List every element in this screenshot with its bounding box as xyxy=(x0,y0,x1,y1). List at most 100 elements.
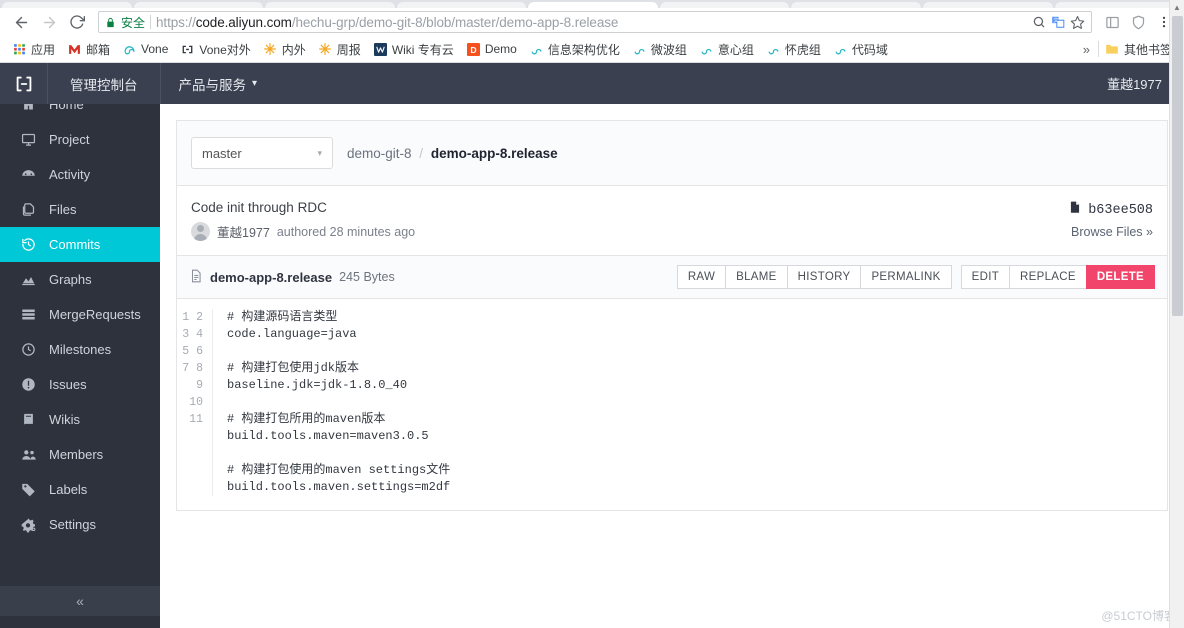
sidebar-item-commits[interactable]: Commits xyxy=(0,227,160,262)
delete-button[interactable]: DELETE xyxy=(1085,265,1155,289)
app-top-navbar: 管理控制台 产品与服务 ▾ 董越1977 xyxy=(0,63,1184,104)
history-clock-icon xyxy=(20,237,37,252)
gear-icon xyxy=(20,517,37,533)
sidebar-collapse-button[interactable]: « xyxy=(0,586,160,616)
breadcrumb-separator: / xyxy=(419,145,424,161)
commit-hash[interactable]: b63ee508 xyxy=(1068,200,1153,220)
dashboard-icon xyxy=(20,167,37,182)
sidebar-footer-spacer xyxy=(0,616,160,628)
bookmark-item-code-domain[interactable]: 代码域 xyxy=(827,39,894,60)
sidebar-item-label: Members xyxy=(49,447,104,462)
browser-tab[interactable] xyxy=(922,2,1053,8)
replace-button[interactable]: REPLACE xyxy=(1009,265,1087,289)
bookmark-item-mail[interactable]: 邮箱 xyxy=(61,39,116,60)
vone-icon xyxy=(122,42,137,57)
sidebar-item-label: MergeRequests xyxy=(49,307,141,322)
forward-arrow-icon xyxy=(36,9,62,35)
bookmark-label: 应用 xyxy=(31,42,56,57)
browse-files-link[interactable]: Browse Files » xyxy=(1068,225,1153,239)
sidebar-item-wikis[interactable]: Wikis xyxy=(0,402,160,437)
bookmark-item-huaihu-group[interactable]: 怀虎组 xyxy=(760,39,827,60)
sidebar-item-label: Project xyxy=(49,132,90,147)
breadcrumb-file: demo-app-8.release xyxy=(430,145,558,161)
tag-icon xyxy=(20,482,37,497)
exclamation-circle-icon xyxy=(20,377,37,392)
side-panel-icon[interactable] xyxy=(1100,9,1124,35)
console-title[interactable]: 管理控制台 xyxy=(48,74,160,94)
bookmark-item-info-arch[interactable]: 信息架构优化 xyxy=(523,39,626,60)
sidebar-item-activity[interactable]: Activity xyxy=(0,157,160,192)
copy-file-icon[interactable] xyxy=(1068,200,1082,220)
commit-author[interactable]: 董越1977 xyxy=(217,222,270,241)
sidebar: ||| Home Project Activity Files xyxy=(0,63,160,628)
star-icon[interactable] xyxy=(1070,15,1085,30)
commit-left: Code init through RDC 董越1977 authored 28… xyxy=(191,200,1068,241)
bookmark-item-weibo-group[interactable]: 微波组 xyxy=(626,39,693,60)
browser-tab[interactable] xyxy=(659,2,790,8)
bookmark-item-vone[interactable]: Vone xyxy=(116,40,174,59)
back-arrow-icon[interactable] xyxy=(8,9,34,35)
bookmark-item-neiwai[interactable]: 内外 xyxy=(257,39,312,60)
bookmark-item-yixin-group[interactable]: 意心组 xyxy=(693,39,760,60)
vone-icon xyxy=(699,42,714,57)
raw-button[interactable]: RAW xyxy=(676,265,727,289)
bookmark-item-demo[interactable]: D Demo xyxy=(460,40,523,59)
sidebar-item-project[interactable]: Project xyxy=(0,122,160,157)
address-bar[interactable]: 安全 https://code.aliyun.com/hechu-grp/dem… xyxy=(98,11,1092,33)
sidebar-item-label: Settings xyxy=(49,517,96,532)
bookmarks-overflow-button[interactable]: » xyxy=(1075,42,1098,57)
code-brackets-logo[interactable] xyxy=(0,63,48,104)
sidebar-item-settings[interactable]: Settings xyxy=(0,507,160,542)
sidebar-item-files[interactable]: Files xyxy=(0,192,160,227)
browser-toolbar: 安全 https://code.aliyun.com/hechu-grp/dem… xyxy=(0,8,1184,36)
other-bookmarks-button[interactable]: 其他书签 xyxy=(1099,39,1178,60)
omnibox-divider xyxy=(150,15,152,29)
sidebar-item-mergerequests[interactable]: MergeRequests xyxy=(0,297,160,332)
code-content[interactable]: # 构建源码语言类型 code.language=java # 构建打包使用jd… xyxy=(213,309,450,496)
commit-info-row: Code init through RDC 董越1977 authored 28… xyxy=(176,185,1168,255)
browser-tab[interactable] xyxy=(396,2,527,8)
commit-message[interactable]: Code init through RDC xyxy=(191,200,1068,215)
bookmark-item-wiki[interactable]: Wiki 专有云 xyxy=(367,39,460,60)
edit-button[interactable]: EDIT xyxy=(960,265,1011,289)
application-area: ||| Home Project Activity Files xyxy=(0,63,1184,628)
sidebar-item-label: Issues xyxy=(49,377,87,392)
branch-select[interactable]: master ▾ xyxy=(191,137,333,169)
wiki-icon xyxy=(373,42,388,57)
browser-tab-active[interactable] xyxy=(528,2,658,8)
reload-icon[interactable] xyxy=(64,9,90,35)
chevron-down-icon: ▾ xyxy=(252,78,258,89)
sidebar-item-graphs[interactable]: Graphs xyxy=(0,262,160,297)
bookmark-item-vone-ext[interactable]: Vone对外 xyxy=(174,39,256,60)
sidebar-item-label: Milestones xyxy=(49,342,112,357)
bookmark-item-zhoubao[interactable]: 周报 xyxy=(312,39,367,60)
browser-tab-strip[interactable] xyxy=(0,0,1184,8)
breadcrumb-repo[interactable]: demo-git-8 xyxy=(347,146,412,161)
translate-icon[interactable]: 文 xyxy=(1051,15,1065,29)
browser-tab[interactable] xyxy=(133,2,264,8)
url-text[interactable]: https://code.aliyun.com/hechu-grp/demo-g… xyxy=(156,15,1027,30)
search-icon[interactable] xyxy=(1032,15,1046,29)
scroll-up-arrow-icon[interactable]: ▲ xyxy=(1170,0,1184,14)
permalink-button[interactable]: PERMALINK xyxy=(860,265,952,289)
sidebar-item-members[interactable]: Members xyxy=(0,437,160,472)
page-inner: master ▾ demo-git-8 / demo-app-8.release… xyxy=(160,104,1184,527)
sidebar-item-milestones[interactable]: Milestones xyxy=(0,332,160,367)
vone-icon xyxy=(632,42,647,57)
vone-icon xyxy=(833,42,848,57)
browser-tab[interactable] xyxy=(1054,2,1184,8)
browser-tab[interactable] xyxy=(791,2,921,8)
shield-icon[interactable] xyxy=(1126,9,1150,35)
scrollbar-thumb[interactable] xyxy=(1172,16,1183,316)
browser-tab[interactable] xyxy=(2,2,132,8)
page-scrollbar[interactable]: ▲ xyxy=(1169,0,1184,628)
products-services-menu[interactable]: 产品与服务 ▾ xyxy=(161,74,276,94)
history-button[interactable]: HISTORY xyxy=(786,265,862,289)
file-view-button-group: RAW BLAME HISTORY PERMALINK xyxy=(676,265,952,289)
sidebar-item-labels[interactable]: Labels xyxy=(0,472,160,507)
browser-tab[interactable] xyxy=(265,2,395,8)
bookmark-item-apps[interactable]: 应用 xyxy=(6,39,61,60)
commit-timestamp: authored 28 minutes ago xyxy=(276,224,416,239)
blame-button[interactable]: BLAME xyxy=(725,265,788,289)
sidebar-item-issues[interactable]: Issues xyxy=(0,367,160,402)
